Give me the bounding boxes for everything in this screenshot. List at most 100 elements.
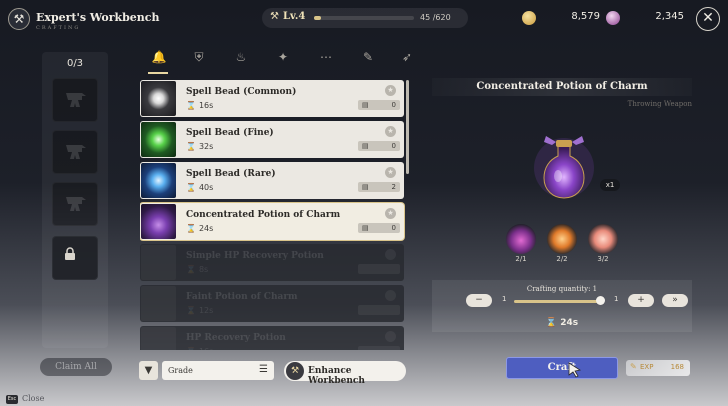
box-icon: ▤: [362, 224, 369, 232]
hourglass-icon: ⌛: [186, 224, 196, 233]
close-hint-label: Close: [22, 394, 45, 403]
recipe-stock: ▤0: [358, 346, 400, 350]
moon-currency: 2,345: [606, 9, 684, 27]
increase-button[interactable]: +: [628, 294, 654, 307]
quantity-label: Crafting quantity: 1: [526, 285, 598, 293]
recipe-time: ⌛ 32s: [186, 142, 214, 151]
app-title: Expert's Workbench: [36, 11, 160, 24]
enhance-workbench-button[interactable]: ⚒ Enhance Workbench: [284, 361, 406, 386]
recipe-stock: ▤ 2: [358, 182, 400, 192]
hourglass-icon: ⌛: [545, 318, 561, 328]
tab-bookmark-icon[interactable]: ➶: [396, 46, 418, 68]
recipe-name: Spell Bead (Rare): [186, 169, 276, 179]
esc-key-hint[interactable]: Esc: [6, 395, 18, 404]
claim-all-button[interactable]: Claim All: [40, 358, 112, 376]
decrease-button[interactable]: −: [466, 294, 492, 307]
level-count: 45 /620: [420, 13, 451, 22]
tab-more-icon[interactable]: ⋯: [315, 46, 337, 68]
favorite-icon[interactable]: ★: [385, 208, 396, 219]
anvil-icon: [66, 145, 86, 159]
gold-currency: 8,579: [522, 9, 600, 27]
filter-icon: ▼: [144, 365, 153, 376]
workbench-logo-icon: ⚒: [8, 8, 30, 30]
tab-bell-icon[interactable]: 🔔: [148, 46, 170, 68]
recipe-name: Faint Potion of Charm: [186, 292, 298, 302]
material-item[interactable]: 2/1: [506, 224, 536, 264]
recipe-list: Spell Bead (Common) ⌛ 16s ★ ▤ 0 Spell Bead…: [140, 80, 406, 350]
tab-pot-icon[interactable]: ♨: [230, 46, 252, 68]
detail-subtitle: Throwing Weapon: [627, 100, 692, 108]
quantity-max: 1: [614, 295, 619, 303]
quantity-slider-handle[interactable]: [596, 296, 605, 305]
recipe-time: ⌛16s: [186, 101, 214, 110]
recipe-item-locked[interactable]: HP Recovery Potion ⌛16s ★ ▤0: [140, 326, 404, 350]
favorite-icon[interactable]: ★: [385, 85, 396, 96]
recipe-item-selected[interactable]: Concentrated Potion of Charm ⌛ 24s ★ ▤ 0: [140, 203, 404, 240]
quantity-panel: Crafting quantity: 1 − 1 1 + » ⌛ 24s: [432, 280, 692, 332]
gold-coin-icon: [522, 11, 536, 25]
mouse-cursor-icon: [568, 362, 582, 378]
sort-icon[interactable]: ☰: [259, 364, 268, 375]
level-bar: ⚒ Lv.4 45 /620: [262, 8, 468, 28]
box-icon: ▤: [362, 142, 369, 150]
recipe-name: Concentrated Potion of Charm: [186, 210, 341, 220]
craft-button[interactable]: Craft: [506, 357, 618, 379]
tab-pouch-icon[interactable]: ✦: [272, 46, 294, 68]
recipe-item-locked[interactable]: Simple HP Recovery Potion ⌛8s ★ ▤0: [140, 244, 404, 281]
potion-of-charm-icon: [141, 204, 176, 239]
hourglass-icon: ⌛: [186, 101, 196, 110]
quantity-min: 1: [502, 295, 507, 303]
crafting-slot[interactable]: [52, 182, 98, 226]
hourglass-icon: ⌛: [186, 142, 196, 151]
favorite-icon[interactable]: ★: [385, 167, 396, 178]
level-label: Lv.4: [283, 11, 306, 22]
moon-coin-icon: [606, 11, 620, 25]
craft-time: ⌛ 24s: [545, 318, 579, 328]
favorite-icon[interactable]: ★: [385, 290, 396, 301]
yield-badge: x1: [600, 179, 620, 191]
top-bar: ⚒ Expert's Workbench CRAFTING ⚒ Lv.4 45 …: [0, 0, 728, 38]
recipe-time: ⌛ 12s: [186, 306, 214, 315]
anvil-icon: [66, 93, 86, 107]
close-button[interactable]: ✕: [696, 7, 720, 31]
enhance-label: Enhance Workbench: [308, 366, 365, 386]
grade-sort-select[interactable]: Grade ☰: [162, 361, 274, 380]
exp-value: 168: [670, 363, 684, 371]
recipe-time: ⌛16s: [186, 347, 213, 350]
grade-label: Grade: [168, 366, 193, 375]
hammer-icon: ⚒: [270, 11, 279, 22]
recipe-name: HP Recovery Potion: [186, 333, 286, 343]
recipe-time: ⌛ 8s: [186, 265, 209, 274]
hourglass-icon: ⌛: [186, 347, 196, 350]
hp-potion-icon: [141, 327, 176, 350]
material-item[interactable]: 2/2: [547, 224, 577, 264]
crafting-slot[interactable]: [52, 130, 98, 174]
hourglass-icon: ⌛: [186, 265, 196, 274]
recipe-item[interactable]: Spell Bead (Fine) ⌛ 32s ★ ▤ 0: [140, 121, 404, 158]
recipe-item[interactable]: Spell Bead (Rare) ⌛ 40s ★ ▤ 2: [140, 162, 404, 199]
locked-slot[interactable]: [52, 236, 98, 280]
favorite-icon[interactable]: ★: [385, 249, 396, 260]
potion-material-icon: [506, 224, 536, 254]
recipe-name: Spell Bead (Common): [186, 87, 297, 97]
favorite-icon[interactable]: ★: [385, 331, 396, 342]
feather-icon: ✎: [630, 362, 637, 371]
crafting-slots: 0/3: [42, 52, 108, 348]
material-item[interactable]: 3/2: [588, 224, 618, 264]
level-progress-track: [314, 16, 414, 20]
recipe-item[interactable]: Spell Bead (Common) ⌛ 16s ★ ▤ 0: [140, 80, 404, 117]
tab-shield-icon[interactable]: ⛨: [188, 46, 210, 68]
favorite-icon[interactable]: ★: [385, 126, 396, 137]
filter-button[interactable]: ▼: [139, 361, 158, 380]
tab-scroll-icon[interactable]: ✎: [357, 46, 379, 68]
slot-count: 0/3: [66, 58, 84, 69]
crafting-slot[interactable]: [52, 78, 98, 122]
max-quantity-button[interactable]: »: [662, 294, 688, 307]
gold-amount: 8,579: [571, 11, 600, 22]
quantity-slider-track[interactable]: [514, 300, 600, 303]
recipe-item-locked[interactable]: Faint Potion of Charm ⌛12s ★ ▤0: [140, 285, 404, 322]
anvil-icon: [66, 197, 86, 211]
material-count: 2/1: [515, 255, 527, 263]
list-scrollbar[interactable]: [406, 80, 409, 174]
recipe-time: ⌛ 40s: [186, 183, 214, 192]
